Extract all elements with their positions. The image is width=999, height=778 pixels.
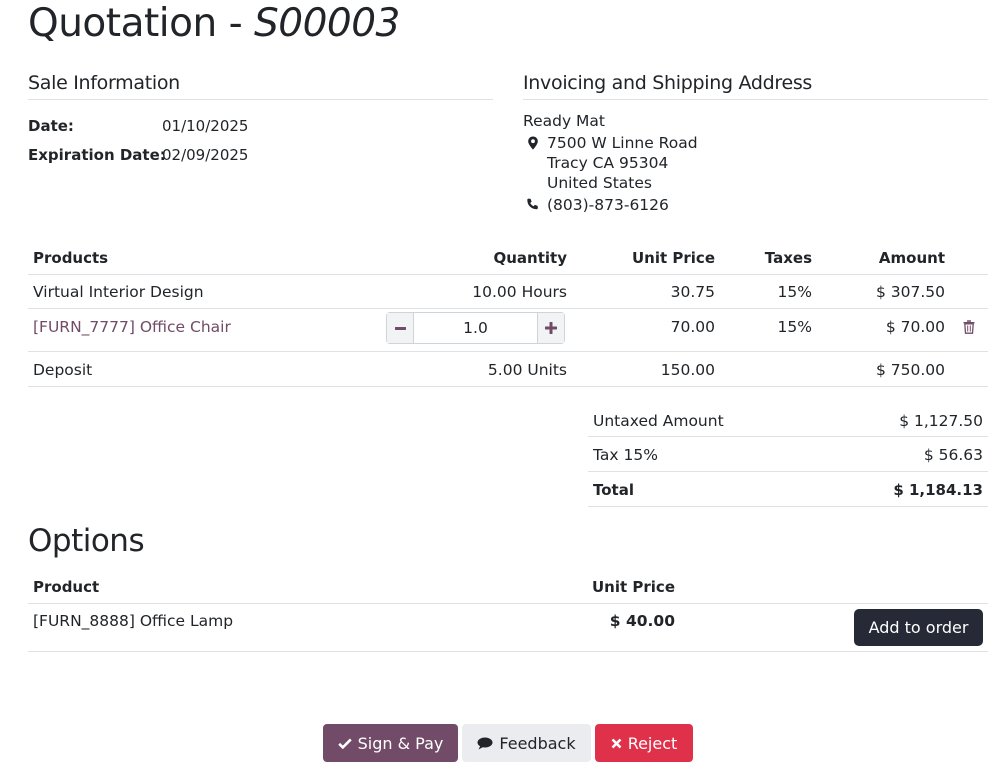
- address-country: United States: [547, 174, 652, 192]
- table-row-amount: $ 307.50: [875, 283, 945, 301]
- table-row-unit-price: 150.00: [660, 361, 715, 379]
- untaxed-amount-label: Untaxed Amount: [593, 412, 724, 430]
- column-header-quantity: Quantity: [493, 249, 568, 267]
- sign-and-pay-button[interactable]: Sign & Pay: [323, 724, 458, 762]
- options-column-header-unit-price: Unit Price: [592, 578, 675, 596]
- page-title-prefix: Quotation -: [28, 1, 255, 46]
- feedback-button[interactable]: Feedback: [462, 724, 591, 762]
- address-heading: Invoicing and Shipping Address: [523, 72, 813, 94]
- column-header-amount: Amount: [878, 249, 945, 267]
- table-row-divider: [28, 308, 988, 309]
- quotation-reference: S00003: [254, 1, 400, 46]
- map-marker-icon: [527, 135, 539, 150]
- trash-icon[interactable]: [963, 319, 975, 334]
- tax-label: Tax 15%: [593, 446, 658, 464]
- address-phone: (803)-873-6126: [547, 196, 669, 214]
- totals-bottom-divider: [588, 506, 988, 507]
- quantity-stepper: [386, 312, 565, 344]
- total-label: Total: [593, 481, 634, 499]
- totals-divider: [588, 471, 988, 472]
- total-value: $ 1,184.13: [893, 481, 983, 499]
- page-title: Quotation - S00003: [28, 0, 400, 48]
- address-city: Tracy CA 95304: [547, 154, 669, 172]
- decrease-quantity-button[interactable]: [387, 313, 414, 343]
- address-street: 7500 W Linne Road: [547, 134, 698, 152]
- table-row-amount: $ 70.00: [885, 318, 945, 336]
- table-row-unit-price: 70.00: [670, 318, 715, 336]
- reject-label: Reject: [627, 733, 678, 753]
- options-header-divider: [28, 603, 988, 604]
- add-to-order-button[interactable]: Add to order: [854, 609, 983, 646]
- minus-icon: [394, 326, 406, 330]
- date-label: Date:: [28, 117, 74, 135]
- table-row-divider: [28, 351, 988, 352]
- options-bottom-divider: [28, 651, 988, 652]
- table-row-amount: $ 750.00: [875, 361, 945, 379]
- quantity-input[interactable]: [414, 313, 537, 343]
- sale-information-divider: [28, 99, 493, 100]
- close-icon: [611, 738, 622, 748]
- options-column-header-product: Product: [33, 578, 100, 596]
- table-row-taxes: 15%: [777, 318, 812, 336]
- table-row-product: Virtual Interior Design: [33, 283, 204, 301]
- plus-icon: [545, 322, 557, 334]
- address-divider: [523, 99, 988, 100]
- column-header-taxes: Taxes: [764, 249, 812, 267]
- customer-name: Ready Mat: [523, 112, 605, 130]
- expiration-date-value: 02/09/2025: [162, 146, 249, 164]
- table-row-unit-price: 30.75: [670, 283, 715, 301]
- sign-and-pay-label: Sign & Pay: [357, 733, 444, 753]
- column-header-unit-price: Unit Price: [632, 249, 715, 267]
- option-row-unit-price: $ 40.00: [609, 612, 675, 630]
- untaxed-amount-value: $ 1,127.50: [899, 412, 983, 430]
- comment-icon: [477, 737, 493, 749]
- date-value: 01/10/2025: [162, 117, 249, 135]
- sale-information-heading: Sale Information: [28, 72, 180, 94]
- table-row-quantity: 10.00 Hours: [472, 283, 567, 301]
- totals-divider: [588, 436, 988, 437]
- add-to-order-label: Add to order: [868, 618, 969, 637]
- increase-quantity-button[interactable]: [537, 313, 564, 343]
- table-row-product: Deposit: [33, 361, 93, 379]
- tax-value: $ 56.63: [923, 446, 983, 464]
- table-bottom-divider: [28, 386, 988, 387]
- table-row-taxes: 15%: [777, 283, 812, 301]
- expiration-date-label: Expiration Date:: [28, 146, 166, 164]
- phone-icon: [526, 196, 539, 210]
- feedback-label: Feedback: [499, 733, 576, 753]
- option-row-product: [FURN_8888] Office Lamp: [33, 612, 234, 630]
- product-link-office-chair[interactable]: [FURN_7777] Office Chair: [33, 318, 231, 336]
- reject-button[interactable]: Reject: [595, 724, 693, 762]
- column-header-products: Products: [33, 249, 109, 267]
- table-header-divider: [28, 274, 988, 275]
- options-heading: Options: [28, 523, 145, 559]
- check-icon: [337, 737, 352, 749]
- table-row-quantity: 5.00 Units: [487, 361, 567, 379]
